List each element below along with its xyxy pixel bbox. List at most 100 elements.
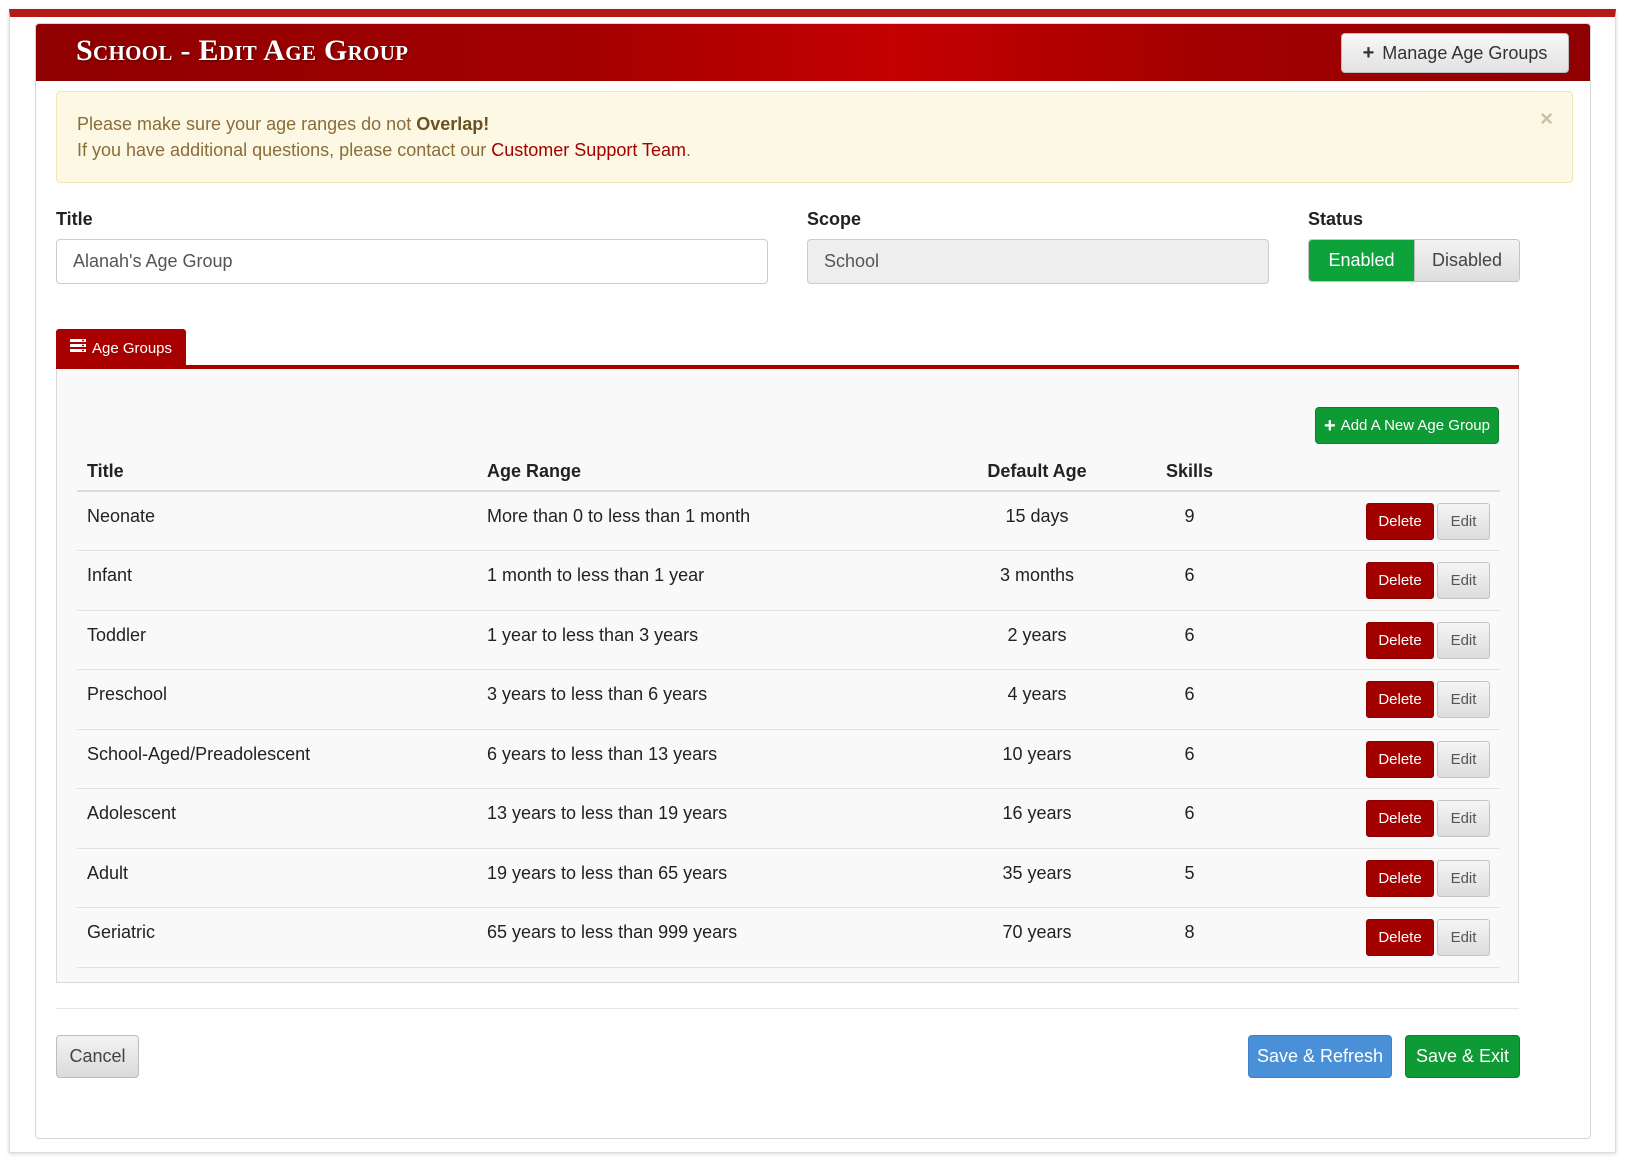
alert-line-1: Please make sure your age ranges do not … <box>77 111 1552 137</box>
alert-line-1-text: Please make sure your age ranges do not <box>77 114 417 134</box>
alert-line-2-suffix: . <box>686 140 692 160</box>
edit-button[interactable]: Edit <box>1437 859 1490 897</box>
delete-button[interactable]: Delete <box>1366 859 1434 897</box>
row-title: Infant <box>77 550 477 611</box>
row-actions: Delete Edit <box>1242 491 1500 551</box>
delete-button[interactable]: Delete <box>1366 740 1434 778</box>
edit-button[interactable]: Edit <box>1437 681 1490 718</box>
column-header-default-age: Default Age <box>937 453 1137 492</box>
scope-field-label: Scope <box>807 209 862 229</box>
overlap-warning-alert: Please make sure your age ranges do not … <box>56 91 1573 183</box>
row-age-range: 19 years to less than 65 years <box>477 848 937 908</box>
list-icon <box>69 339 86 357</box>
row-default-age: 10 years <box>937 729 1137 789</box>
footer-divider <box>56 1008 1519 1009</box>
save-and-exit-button[interactable]: Save & Exit <box>1405 1035 1520 1078</box>
edit-button[interactable]: Edit <box>1437 800 1490 837</box>
status-toggle: Enabled Disabled <box>1308 239 1520 282</box>
row-title: Toddler <box>77 610 477 670</box>
tab-age-groups-label: Age Groups <box>91 339 173 357</box>
age-groups-table: Title Age Range Default Age Skills Neona… <box>77 453 1500 968</box>
manage-age-groups-button[interactable]: + Manage Age Groups <box>1341 33 1569 73</box>
plus-icon: + <box>1324 414 1336 437</box>
edit-button[interactable]: Edit <box>1437 562 1490 599</box>
status-disabled-option[interactable]: Disabled <box>1414 240 1519 281</box>
row-skills: 8 <box>1137 907 1242 968</box>
alert-line-2: If you have additional questions, please… <box>77 137 1552 163</box>
table-row: School-Aged/Preadolescent 6 years to les… <box>77 729 1500 789</box>
edit-button[interactable]: Edit <box>1437 621 1490 659</box>
add-age-group-label: Add A New Age Group <box>1340 417 1490 434</box>
edit-button[interactable]: Edit <box>1437 919 1490 956</box>
row-title: Adult <box>77 848 477 908</box>
title-input[interactable]: Alanah's Age Group <box>56 239 768 284</box>
plus-icon: + <box>1362 42 1375 64</box>
alert-line-2-text: If you have additional questions, please… <box>77 140 492 160</box>
row-title: Preschool <box>77 669 477 730</box>
row-actions: Delete Edit <box>1242 669 1500 730</box>
column-header-actions <box>1242 453 1500 492</box>
save-and-refresh-button[interactable]: Save & Refresh <box>1248 1035 1392 1078</box>
row-actions: Delete Edit <box>1242 848 1500 908</box>
delete-button[interactable]: Delete <box>1366 503 1434 540</box>
row-skills: 5 <box>1137 848 1242 908</box>
manage-age-groups-label: Manage Age Groups <box>1382 42 1548 63</box>
add-age-group-button[interactable]: + Add A New Age Group <box>1315 407 1499 444</box>
row-age-range: 1 month to less than 1 year <box>477 550 937 611</box>
alert-overlap-emphasis: Overlap! <box>416 114 490 134</box>
title-field-label: Title <box>56 209 93 229</box>
delete-button[interactable]: Delete <box>1366 681 1434 718</box>
delete-button[interactable]: Delete <box>1366 800 1434 837</box>
tab-age-groups[interactable]: Age Groups <box>56 329 186 367</box>
edit-button[interactable]: Edit <box>1437 740 1490 778</box>
row-age-range: 6 years to less than 13 years <box>477 729 937 789</box>
delete-button[interactable]: Delete <box>1366 562 1434 599</box>
column-header-age-range: Age Range <box>477 453 937 492</box>
row-skills: 6 <box>1137 550 1242 611</box>
row-skills: 9 <box>1137 491 1242 551</box>
row-age-range: 1 year to less than 3 years <box>477 610 937 670</box>
scope-field: School <box>807 239 1269 284</box>
page-title: School - Edit Age Group <box>76 34 409 67</box>
table-row: Toddler 1 year to less than 3 years 2 ye… <box>77 610 1500 670</box>
row-title: Neonate <box>77 491 477 551</box>
edit-button[interactable]: Edit <box>1437 503 1490 540</box>
row-title: School-Aged/Preadolescent <box>77 729 477 789</box>
row-age-range: 3 years to less than 6 years <box>477 669 937 730</box>
customer-support-link[interactable]: Customer Support Team <box>491 140 686 160</box>
row-actions: Delete Edit <box>1242 610 1500 670</box>
row-age-range: More than 0 to less than 1 month <box>477 491 937 551</box>
panel-header: School - Edit Age Group + Manage Age Gro… <box>36 24 1590 81</box>
delete-button[interactable]: Delete <box>1366 621 1434 659</box>
row-default-age: 70 years <box>937 907 1137 968</box>
row-age-range: 65 years to less than 999 years <box>477 907 937 968</box>
row-default-age: 2 years <box>937 610 1137 670</box>
row-default-age: 35 years <box>937 848 1137 908</box>
row-default-age: 15 days <box>937 491 1137 551</box>
status-enabled-option[interactable]: Enabled <box>1309 240 1414 281</box>
table-row: Adult 19 years to less than 65 years 35 … <box>77 848 1500 908</box>
row-default-age: 16 years <box>937 788 1137 849</box>
table-row: Preschool 3 years to less than 6 years 4… <box>77 669 1500 730</box>
row-skills: 6 <box>1137 788 1242 849</box>
row-skills: 6 <box>1137 669 1242 730</box>
status-field-label: Status <box>1308 209 1364 229</box>
row-default-age: 4 years <box>937 669 1137 730</box>
row-skills: 6 <box>1137 610 1242 670</box>
row-actions: Delete Edit <box>1242 729 1500 789</box>
row-age-range: 13 years to less than 19 years <box>477 788 937 849</box>
table-row: Adolescent 13 years to less than 19 year… <box>77 788 1500 849</box>
column-header-title: Title <box>77 453 477 492</box>
row-skills: 6 <box>1137 729 1242 789</box>
delete-button[interactable]: Delete <box>1366 919 1434 956</box>
table-row: Infant 1 month to less than 1 year 3 mon… <box>77 550 1500 611</box>
table-row: Geriatric 65 years to less than 999 year… <box>77 907 1500 968</box>
close-icon[interactable]: × <box>1540 106 1553 132</box>
column-header-skills: Skills <box>1137 453 1242 492</box>
row-title: Geriatric <box>77 907 477 968</box>
row-actions: Delete Edit <box>1242 550 1500 611</box>
row-default-age: 3 months <box>937 550 1137 611</box>
cancel-button[interactable]: Cancel <box>56 1035 139 1078</box>
row-actions: Delete Edit <box>1242 907 1500 968</box>
table-row: Neonate More than 0 to less than 1 month… <box>77 491 1500 551</box>
